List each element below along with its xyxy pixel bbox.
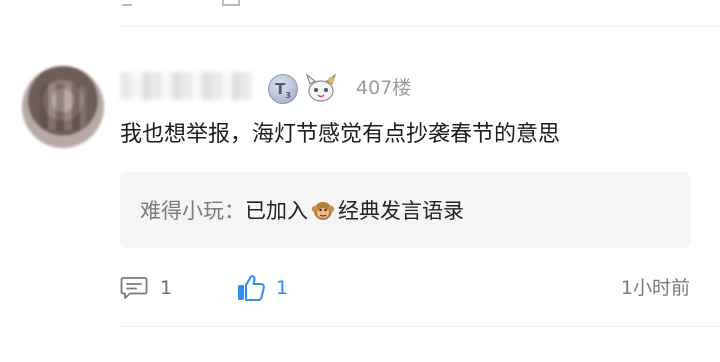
- username-blurred[interactable]: [120, 72, 252, 100]
- previous-comment-icon-fragment: [122, 0, 132, 6]
- level-badge-icon[interactable]: T3: [268, 74, 298, 104]
- quote-separator: ：: [224, 199, 245, 223]
- quote-text: 难得小玩：已加入 经典发言语录: [140, 196, 464, 226]
- level-badge-letter: T: [275, 80, 286, 98]
- comment-text[interactable]: 我也想举报，海灯节感觉有点抄袭春节的意思: [120, 120, 560, 150]
- divider: [118, 26, 720, 27]
- timestamp: 1小时前: [620, 277, 690, 299]
- comment-count[interactable]: 1: [160, 274, 172, 302]
- mascot-badge-icon[interactable]: [304, 72, 338, 104]
- quote-prefix: 已加入: [245, 199, 308, 223]
- comment-icon[interactable]: [120, 276, 148, 300]
- divider: [118, 326, 720, 327]
- previous-post-actions: [118, 0, 248, 8]
- avatar[interactable]: [22, 66, 104, 148]
- quote-username[interactable]: 难得小玩: [140, 199, 224, 223]
- previous-like-icon-fragment: [222, 0, 240, 6]
- like-count[interactable]: 1: [276, 274, 288, 302]
- action-bar: 1 1 1小时前: [120, 272, 690, 304]
- floor-number: 407楼: [356, 77, 412, 99]
- quote-box[interactable]: 难得小玩：已加入 经典发言语录: [120, 172, 690, 248]
- like-icon[interactable]: [236, 274, 266, 302]
- monkey-emoji: [311, 202, 335, 220]
- quote-suffix: 经典发言语录: [338, 199, 464, 223]
- level-badge-number: 3: [285, 91, 291, 100]
